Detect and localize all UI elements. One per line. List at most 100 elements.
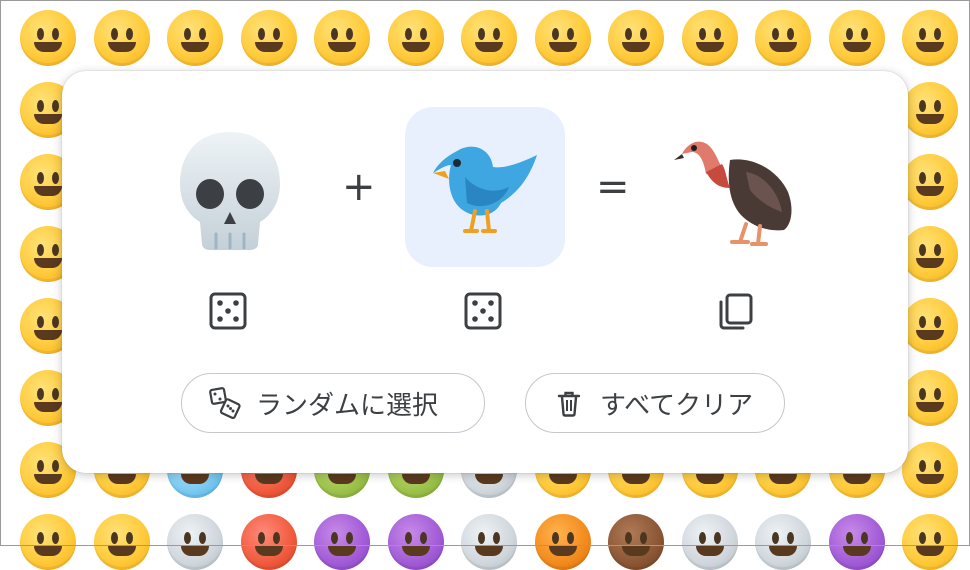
emoji-mouth	[695, 546, 724, 556]
background-emoji-icon[interactable]	[902, 82, 958, 138]
background-emoji-icon[interactable]	[167, 514, 223, 570]
emoji-mouth	[401, 546, 430, 556]
background-emoji-icon[interactable]	[902, 298, 958, 354]
emoji-mouth	[916, 114, 944, 124]
emoji-mouth	[916, 186, 944, 196]
emoji-mouth	[842, 474, 871, 484]
emoji-mouth	[34, 42, 62, 52]
emoji-mouth	[34, 114, 62, 124]
result-emoji-slot	[660, 108, 820, 268]
emoji-mouth	[842, 42, 871, 52]
emoji-mouth	[475, 474, 503, 484]
left-emoji-slot[interactable]	[150, 108, 310, 268]
background-emoji-icon[interactable]	[240, 10, 297, 66]
emoji-mouth	[328, 474, 356, 484]
emoji-mouth	[34, 546, 62, 556]
emoji-mouth	[328, 42, 356, 52]
background-emoji-icon[interactable]	[240, 514, 297, 570]
emoji-mouth	[107, 474, 136, 484]
background-emoji-icon[interactable]	[167, 10, 223, 66]
dice-pair-icon	[208, 386, 242, 420]
emoji-mouth	[181, 546, 209, 556]
dice-icon	[464, 292, 502, 330]
background-emoji-icon[interactable]	[461, 10, 517, 66]
emoji-mouth	[842, 546, 871, 556]
background-emoji-icon[interactable]	[534, 514, 591, 570]
background-emoji-icon[interactable]	[93, 514, 150, 570]
emoji-mouth	[548, 42, 577, 52]
copy-icon	[719, 293, 753, 330]
plus-operator: +	[342, 164, 376, 210]
background-emoji-icon[interactable]	[902, 514, 958, 570]
vulture-icon	[674, 141, 792, 246]
background-emoji-icon[interactable]	[828, 514, 885, 570]
emoji-mouth	[769, 474, 797, 484]
emoji-mouth	[254, 42, 283, 52]
background-emoji-icon[interactable]	[314, 514, 370, 570]
background-emoji-icon[interactable]	[902, 154, 958, 210]
background-emoji-icon[interactable]	[20, 514, 76, 570]
background-emoji-icon[interactable]	[902, 226, 958, 282]
dice-icon	[209, 292, 247, 330]
emoji-mouth	[181, 42, 209, 52]
background-emoji-icon[interactable]	[681, 10, 738, 66]
emoji-mouth	[695, 42, 724, 52]
emoji-mouth	[254, 474, 283, 484]
background-emoji-icon[interactable]	[681, 514, 738, 570]
background-emoji-icon[interactable]	[534, 10, 591, 66]
background-emoji-icon[interactable]	[314, 10, 370, 66]
middle-emoji-slot[interactable]	[405, 107, 565, 267]
random-select-button[interactable]: ランダムに選択	[181, 373, 485, 433]
background-emoji-icon[interactable]	[608, 10, 664, 66]
trash-icon	[552, 386, 586, 420]
background-emoji-icon[interactable]	[608, 514, 664, 570]
emoji-mouth	[622, 546, 650, 556]
background-emoji-icon[interactable]	[902, 10, 958, 66]
emoji-mixer-card: + = ランダムに選択 すべてクリア	[62, 71, 908, 473]
background-emoji-icon[interactable]	[828, 10, 885, 66]
emoji-mouth	[916, 258, 944, 268]
emoji-mouth	[916, 474, 944, 484]
emoji-mouth	[107, 42, 136, 52]
random-select-label: ランダムに選択	[256, 390, 439, 421]
emoji-mouth	[34, 186, 62, 196]
clear-all-label: すべてクリア	[600, 390, 754, 421]
emoji-mouth	[916, 330, 944, 340]
emoji-mouth	[107, 546, 136, 556]
clear-all-button[interactable]: すべてクリア	[525, 373, 785, 433]
emoji-mouth	[401, 474, 430, 484]
emoji-mouth	[916, 42, 944, 52]
emoji-mouth	[916, 546, 944, 556]
emoji-mouth	[769, 546, 797, 556]
background-emoji-icon[interactable]	[93, 10, 150, 66]
emoji-mouth	[34, 402, 62, 412]
emoji-mouth	[34, 474, 62, 484]
background-emoji-icon[interactable]	[461, 514, 517, 570]
emoji-mouth	[34, 258, 62, 268]
emoji-mouth	[401, 42, 430, 52]
background-emoji-icon[interactable]	[755, 514, 811, 570]
equals-operator: =	[596, 164, 630, 210]
emoji-mouth	[769, 42, 797, 52]
skull-icon	[180, 132, 280, 250]
background-emoji-icon[interactable]	[755, 10, 811, 66]
emoji-mouth	[475, 546, 503, 556]
background-emoji-icon[interactable]	[902, 370, 958, 426]
emoji-mouth	[548, 474, 577, 484]
emoji-mouth	[475, 42, 503, 52]
middle-dice-button[interactable]	[461, 289, 505, 333]
emoji-mouth	[622, 474, 650, 484]
emoji-mouth	[254, 546, 283, 556]
emoji-mouth	[34, 330, 62, 340]
background-emoji-icon[interactable]	[902, 442, 958, 498]
copy-button[interactable]	[713, 289, 757, 333]
emoji-mouth	[328, 546, 356, 556]
background-emoji-icon[interactable]	[387, 10, 444, 66]
emoji-mouth	[695, 474, 724, 484]
background-emoji-icon[interactable]	[20, 10, 76, 66]
emoji-mouth	[548, 546, 577, 556]
emoji-mouth	[181, 474, 209, 484]
background-emoji-icon[interactable]	[387, 514, 444, 570]
emoji-mouth	[622, 42, 650, 52]
left-dice-button[interactable]	[206, 289, 250, 333]
